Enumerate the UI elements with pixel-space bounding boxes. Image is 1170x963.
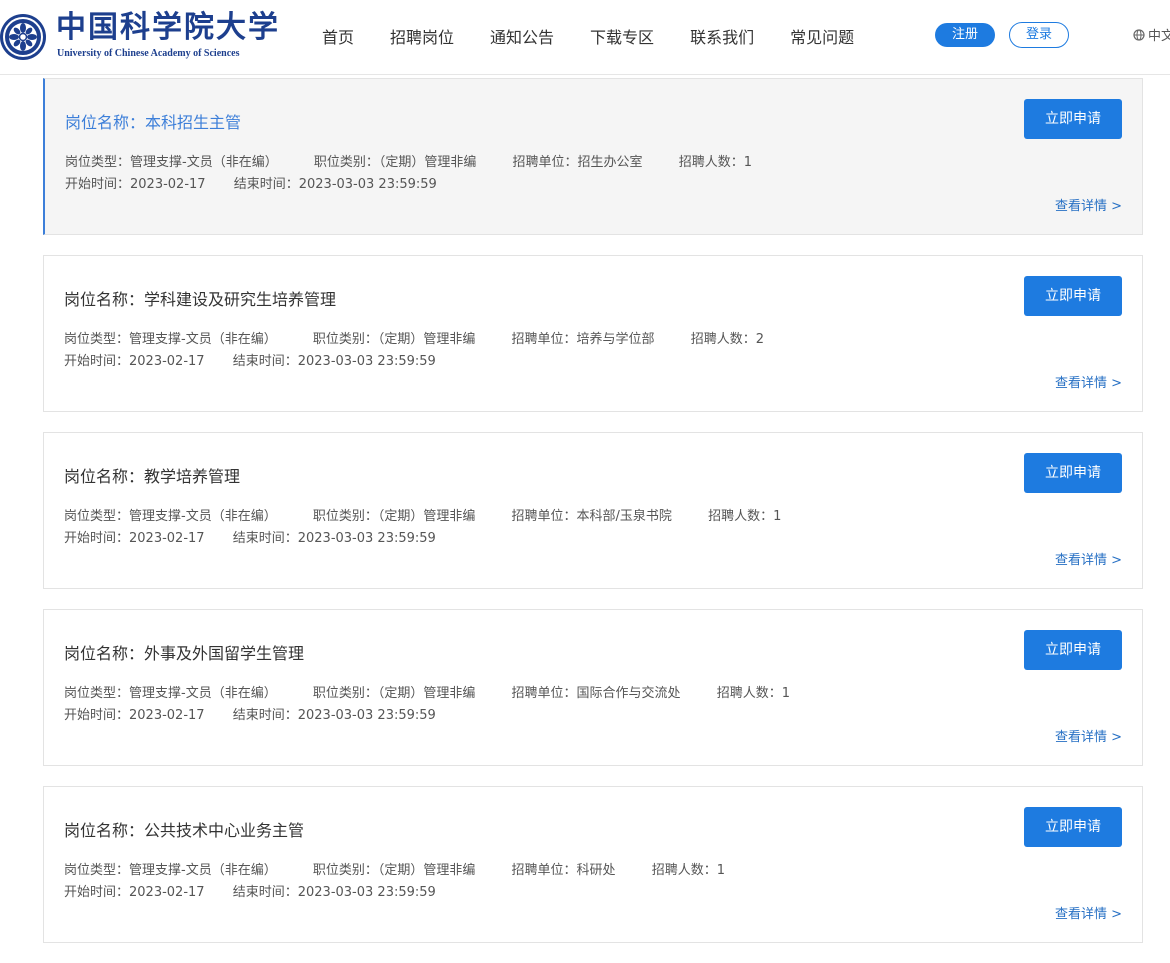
job-meta: 岗位类型：管理支撑-文员（非在编） 职位类别：（定期）管理非编 招聘单位：本科部… (64, 509, 782, 524)
logo-chinese-name: 中国科学院大学 (56, 10, 280, 45)
job-title[interactable]: 岗位名称：教学培养管理 (64, 463, 240, 487)
ucas-emblem-icon (0, 14, 46, 60)
job-time: 开始时间：2023-02-17 结束时间：2023-03-03 23:59:59 (64, 885, 436, 900)
job-meta: 岗位类型：管理支撑-文员（非在编） 职位类别：（定期）管理非编 招聘单位：国际合… (64, 686, 790, 701)
job-time: 开始时间：2023-02-17 结束时间：2023-03-03 23:59:59 (65, 177, 437, 192)
view-details-link[interactable]: 查看详情 > (1055, 903, 1122, 922)
job-card[interactable]: 岗位名称：公共技术中心业务主管 岗位类型：管理支撑-文员（非在编） 职位类别：（… (43, 786, 1143, 943)
job-time: 开始时间：2023-02-17 结束时间：2023-03-03 23:59:59 (64, 531, 436, 546)
nav-faq[interactable]: 常见问题 (790, 26, 854, 50)
apply-button[interactable]: 立即申请 (1024, 630, 1122, 670)
job-title[interactable]: 岗位名称：公共技术中心业务主管 (64, 817, 304, 841)
language-switcher[interactable]: 中文 (1133, 25, 1170, 44)
nav-notices[interactable]: 通知公告 (490, 26, 554, 50)
job-time: 开始时间：2023-02-17 结束时间：2023-03-03 23:59:59 (64, 354, 436, 369)
logo-english-name: University of Chinese Academy of Science… (57, 48, 240, 59)
job-card[interactable]: 岗位名称：学科建设及研究生培养管理 岗位类型：管理支撑-文员（非在编） 职位类别… (43, 255, 1143, 412)
job-title[interactable]: 岗位名称：外事及外国留学生管理 (64, 640, 304, 664)
view-details-link[interactable]: 查看详情 > (1055, 372, 1122, 391)
job-time: 开始时间：2023-02-17 结束时间：2023-03-03 23:59:59 (64, 708, 436, 723)
job-meta: 岗位类型：管理支撑-文员（非在编） 职位类别：（定期）管理非编 招聘单位：科研处… (64, 863, 725, 878)
job-card[interactable]: 岗位名称：教学培养管理 岗位类型：管理支撑-文员（非在编） 职位类别：（定期）管… (43, 432, 1143, 589)
apply-button[interactable]: 立即申请 (1024, 807, 1122, 847)
job-card[interactable]: 岗位名称：本科招生主管 岗位类型：管理支撑-文员（非在编） 职位类别：（定期）管… (43, 78, 1143, 235)
globe-icon (1133, 28, 1145, 41)
view-details-link[interactable]: 查看详情 > (1055, 549, 1122, 568)
register-button[interactable]: 注册 (935, 23, 995, 47)
apply-button[interactable]: 立即申请 (1024, 99, 1122, 139)
apply-button[interactable]: 立即申请 (1024, 453, 1122, 493)
job-card[interactable]: 岗位名称：外事及外国留学生管理 岗位类型：管理支撑-文员（非在编） 职位类别：（… (43, 609, 1143, 766)
nav-downloads[interactable]: 下载专区 (590, 26, 654, 50)
job-title[interactable]: 岗位名称：本科招生主管 (65, 109, 241, 133)
job-meta: 岗位类型：管理支撑-文员（非在编） 职位类别：（定期）管理非编 招聘单位：招生办… (65, 155, 752, 170)
site-header: 中国科学院大学 University of Chinese Academy of… (0, 0, 1170, 75)
job-title[interactable]: 岗位名称：学科建设及研究生培养管理 (64, 286, 336, 310)
login-button[interactable]: 登录 (1009, 22, 1069, 48)
job-list: 岗位名称：本科招生主管 岗位类型：管理支撑-文员（非在编） 职位类别：（定期）管… (43, 78, 1143, 963)
nav-home[interactable]: 首页 (322, 26, 354, 50)
view-details-link[interactable]: 查看详情 > (1055, 195, 1122, 214)
nav-contact[interactable]: 联系我们 (690, 26, 754, 50)
job-meta: 岗位类型：管理支撑-文员（非在编） 职位类别：（定期）管理非编 招聘单位：培养与… (64, 332, 764, 347)
nav-positions[interactable]: 招聘岗位 (390, 26, 454, 50)
apply-button[interactable]: 立即申请 (1024, 276, 1122, 316)
main-nav: 首页 招聘岗位 通知公告 下载专区 联系我们 常见问题 (322, 26, 890, 50)
ucas-logo[interactable]: 中国科学院大学 University of Chinese Academy of… (0, 8, 278, 66)
language-label: 中文 (1148, 29, 1170, 44)
view-details-link[interactable]: 查看详情 > (1055, 726, 1122, 745)
